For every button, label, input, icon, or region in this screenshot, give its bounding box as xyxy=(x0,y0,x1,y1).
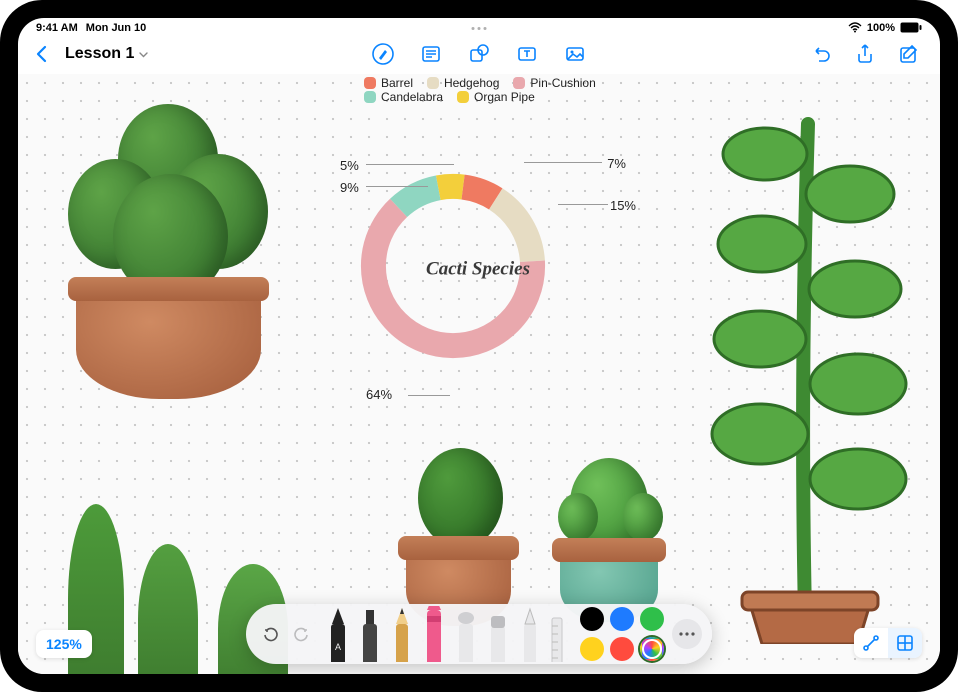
legend-label: Pin-Cushion xyxy=(530,76,595,90)
zoom-level[interactable]: 125% xyxy=(36,630,92,658)
status-date: Mon Jun 10 xyxy=(86,22,147,34)
legend-label: Barrel xyxy=(381,76,413,90)
donut-chart[interactable]: Cacti Species 5% 9% 7% 15% 64% xyxy=(348,136,608,396)
document-title-label: Lesson 1 xyxy=(65,45,134,63)
freeform-canvas[interactable]: Barrel Hedgehog Pin-Cushion Candelabra O… xyxy=(18,74,940,674)
undo-button[interactable] xyxy=(808,41,834,67)
pct-label-candelabra: 9% xyxy=(340,180,359,195)
back-button[interactable] xyxy=(36,45,47,63)
palette-redo-button[interactable] xyxy=(288,620,316,648)
pct-label-organpipe: 5% xyxy=(340,158,359,173)
draw-tool-button[interactable] xyxy=(370,41,396,67)
wifi-icon xyxy=(848,22,862,33)
ruler-tool[interactable] xyxy=(550,606,564,662)
ipad-frame: 9:41 AM Mon Jun 10 100% xyxy=(0,0,958,692)
pencil-tool[interactable] xyxy=(390,606,414,662)
media-button[interactable] xyxy=(562,41,588,67)
color-yellow[interactable] xyxy=(580,637,604,661)
textbox-button[interactable] xyxy=(514,41,540,67)
eraser-tool[interactable] xyxy=(486,606,510,662)
legend-label: Candelabra xyxy=(381,90,443,104)
compose-button[interactable] xyxy=(896,41,922,67)
drawing-palette: A xyxy=(246,604,712,664)
battery-pct: 100% xyxy=(867,22,895,34)
zoom-value: 125% xyxy=(46,636,82,652)
color-wheel[interactable] xyxy=(640,637,664,661)
shape-button[interactable] xyxy=(466,41,492,67)
marker-tool[interactable] xyxy=(358,606,382,662)
palette-more-button[interactable] xyxy=(672,619,702,649)
pct-label-barrel: 7% xyxy=(607,156,626,171)
crayon-tool[interactable] xyxy=(422,606,446,662)
connectors-toggle[interactable] xyxy=(854,628,888,658)
legend-label: Organ Pipe xyxy=(474,90,535,104)
color-picker xyxy=(580,607,664,661)
legend-label: Hedgehog xyxy=(444,76,499,90)
view-controls xyxy=(854,628,922,658)
color-green[interactable] xyxy=(640,607,664,631)
fill-tool[interactable] xyxy=(454,606,478,662)
battery-icon xyxy=(900,22,922,33)
sticky-note-button[interactable] xyxy=(418,41,444,67)
drawing-tall-plant[interactable] xyxy=(690,84,920,644)
multitask-handle-icon[interactable] xyxy=(472,27,487,30)
app-toolbar: Lesson 1 xyxy=(18,34,940,74)
svg-text:A: A xyxy=(335,642,341,652)
grid-toggle[interactable] xyxy=(888,628,922,658)
chart-legend: Barrel Hedgehog Pin-Cushion Candelabra O… xyxy=(364,76,596,104)
screen: 9:41 AM Mon Jun 10 100% xyxy=(18,18,940,674)
tool-row: A xyxy=(320,606,570,662)
share-button[interactable] xyxy=(852,41,878,67)
chart-title: Cacti Species xyxy=(426,258,530,280)
status-bar: 9:41 AM Mon Jun 10 100% xyxy=(18,18,940,34)
color-red[interactable] xyxy=(610,637,634,661)
pct-label-hedgehog: 15% xyxy=(610,198,636,213)
color-blue[interactable] xyxy=(610,607,634,631)
image-barrel-cactus-pot[interactable] xyxy=(58,104,278,414)
color-black[interactable] xyxy=(580,607,604,631)
palette-undo-button[interactable] xyxy=(256,620,284,648)
pct-label-pincushion: 64% xyxy=(366,387,392,402)
selection-tool[interactable] xyxy=(518,606,542,662)
pen-tool[interactable]: A xyxy=(326,606,350,662)
status-time: 9:41 AM xyxy=(36,22,78,34)
document-title[interactable]: Lesson 1 xyxy=(65,45,149,63)
